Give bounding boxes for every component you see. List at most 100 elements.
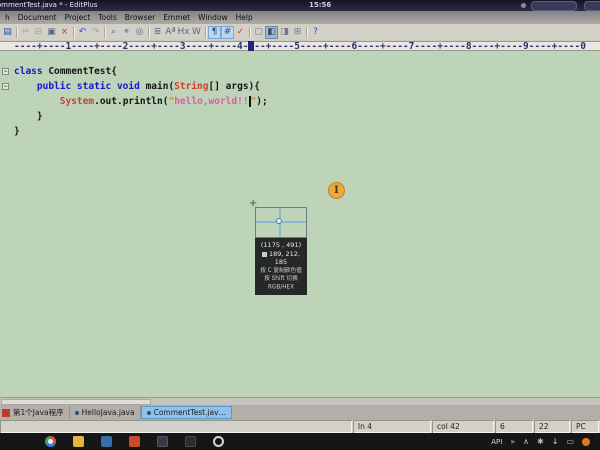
tab-commenttest[interactable]: CommentTest.jav… <box>140 406 233 419</box>
tab-label: 第1个Java程序 <box>13 408 64 417</box>
recorder-dot-icon <box>521 3 526 8</box>
code-line: } <box>0 109 600 124</box>
cursor-highlight-icon: I <box>328 182 345 199</box>
code-line: System.out.println("hello,world!! "); <box>0 94 600 109</box>
tray-flower-icon[interactable]: ✱ <box>537 437 544 446</box>
new-document-icon[interactable]: ▤ <box>1 26 14 39</box>
crosshair-center-icon <box>276 218 282 224</box>
code-block: − class CommentTest{ − public static voi… <box>0 64 600 139</box>
spell-check-icon[interactable]: ✓ <box>234 26 247 39</box>
settings-gear-icon[interactable] <box>213 436 224 447</box>
app-icon-red[interactable] <box>129 436 140 447</box>
recorder-pill-button[interactable] <box>531 1 577 11</box>
context-help-icon[interactable]: ? <box>309 26 322 39</box>
document-icon <box>2 408 10 417</box>
picker-coordinates: (1175 , 491) <box>260 241 302 249</box>
keyword-token: class <box>14 66 49 77</box>
undo-icon[interactable]: ↶ <box>76 26 89 39</box>
picker-rgb-row: 189, 212, 185 <box>256 250 306 267</box>
line-numbers-icon[interactable]: # <box>221 25 234 39</box>
menu-item-document[interactable]: Document <box>14 13 61 22</box>
code-line: } <box>0 124 600 139</box>
hex-viewer-icon[interactable]: Hx <box>177 26 190 39</box>
window-list-icon[interactable]: ▢ <box>252 26 265 39</box>
picker-hint-copy: 按 C 复制颜色值 <box>260 266 302 274</box>
menu-item-window[interactable]: Window <box>194 13 232 22</box>
tray-more-icon[interactable]: » <box>510 437 515 446</box>
find-icon[interactable]: ⌕ <box>107 26 120 39</box>
code-line: − class CommentTest{ <box>0 64 600 79</box>
app-icon-dark-2[interactable] <box>185 436 196 447</box>
tab-label: CommentTest.jav… <box>153 408 227 417</box>
new-window-icon[interactable]: ⊞ <box>291 26 304 39</box>
word-wrap-icon[interactable]: ¶ <box>208 25 221 39</box>
app-icon-dark[interactable] <box>157 436 168 447</box>
menu-item-project[interactable]: Project <box>61 13 95 22</box>
menu-item-emmet[interactable]: Emmet <box>159 13 194 22</box>
app-icon-blue[interactable] <box>101 436 112 447</box>
color-swatch <box>261 251 267 257</box>
magnifier-view <box>255 207 307 238</box>
status-mode-cell: PC <box>571 420 599 433</box>
indent-icon[interactable]: ≣ <box>151 26 164 39</box>
toolbar-separator <box>104 26 105 38</box>
menu-item-browser[interactable]: Browser <box>121 13 159 22</box>
code-line: − public static void main(String[] args)… <box>0 79 600 94</box>
status-column-cell: col 42 <box>432 420 494 433</box>
toolbar: ▤ ✂ ⊟ ▣ × ↶ ↷ ⌕ ⌖ ◎ ≣ Aª Hx W ¶ # ✓ ▢ ◧ … <box>0 24 600 41</box>
cut-icon[interactable]: ✂ <box>19 26 32 39</box>
font-size-icon[interactable]: Aª <box>164 26 177 39</box>
tray-chevron-up-icon[interactable]: ∧ <box>523 437 529 446</box>
fold-marker-icon[interactable]: − <box>2 68 9 75</box>
tab-label: HelloJava.java <box>81 408 135 417</box>
window-layout-icon[interactable]: ◨ <box>278 26 291 39</box>
plain-token: CommentTest{ <box>48 66 117 77</box>
tray-download-icon[interactable]: ↓ <box>552 437 559 446</box>
picker-rgb-value: 189, 212, 185 <box>268 249 300 267</box>
paste-icon[interactable]: ▣ <box>45 26 58 39</box>
plain-token: } <box>14 111 43 122</box>
redo-icon[interactable]: ↷ <box>89 26 102 39</box>
toolbar-separator <box>148 26 149 38</box>
browser-taskbar-icon[interactable] <box>45 436 56 447</box>
plain-token: .out.println( <box>94 96 169 107</box>
column-ruler: ----+----1----+----2----+----3----+----4… <box>0 40 600 52</box>
status-bar: ln 4 col 42 6 22 PC <box>0 420 600 433</box>
window-title: CommentTest.java * - EditPlus <box>0 1 98 9</box>
type-token: String <box>174 81 209 92</box>
tab-hellojava[interactable]: HelloJava.java <box>70 406 141 419</box>
status-message-cell <box>0 420 352 433</box>
menu-item-help[interactable]: Help <box>232 13 257 22</box>
status-cell-2: 22 <box>534 420 570 433</box>
plain-token: main( <box>145 81 175 92</box>
fold-marker-icon[interactable]: − <box>2 83 9 90</box>
tray-orange-dot-icon[interactable] <box>582 437 590 446</box>
toolbar-separator <box>205 26 206 38</box>
file-explorer-icon[interactable] <box>73 436 84 447</box>
toolbar-separator <box>249 26 250 38</box>
tab-first-java-program[interactable]: 第1个Java程序 <box>0 406 70 419</box>
color-picker-popup: (1175 , 491) 189, 212, 185 按 C 复制颜色值 按 S… <box>255 207 307 295</box>
browser-view-icon[interactable]: W <box>190 26 203 39</box>
delete-icon[interactable]: × <box>58 26 71 39</box>
menu-bar: h Document Project Tools Browser Emmet W… <box>0 11 600 24</box>
plain-token: ); <box>256 96 268 107</box>
document-tab-bar: 第1个Java程序 HelloJava.java CommentTest.jav… <box>0 405 600 420</box>
tray-display-icon[interactable]: ▭ <box>566 437 574 446</box>
title-bar: CommentTest.java * - EditPlus 15:56 <box>0 0 600 11</box>
text-editor-area[interactable]: − class CommentTest{ − public static voi… <box>0 52 600 397</box>
status-line-cell: ln 4 <box>353 420 431 433</box>
split-window-icon[interactable]: ◧ <box>265 25 278 39</box>
copy-icon[interactable]: ⊟ <box>32 26 45 39</box>
ruler-caret-marker <box>248 41 254 51</box>
status-cell-1: 6 <box>495 420 533 433</box>
type-token: System <box>59 96 95 107</box>
toolbar-separator <box>16 26 17 38</box>
menu-item-search-cut[interactable]: h <box>1 13 14 22</box>
menu-item-tools[interactable]: Tools <box>94 13 120 22</box>
recorder-pill-button-2[interactable] <box>584 1 600 11</box>
tray-api-label[interactable]: API <box>491 438 502 446</box>
find-next-icon[interactable]: ⌖ <box>120 26 133 39</box>
replace-icon[interactable]: ◎ <box>133 26 146 39</box>
keyword-token: public static void <box>36 81 146 92</box>
